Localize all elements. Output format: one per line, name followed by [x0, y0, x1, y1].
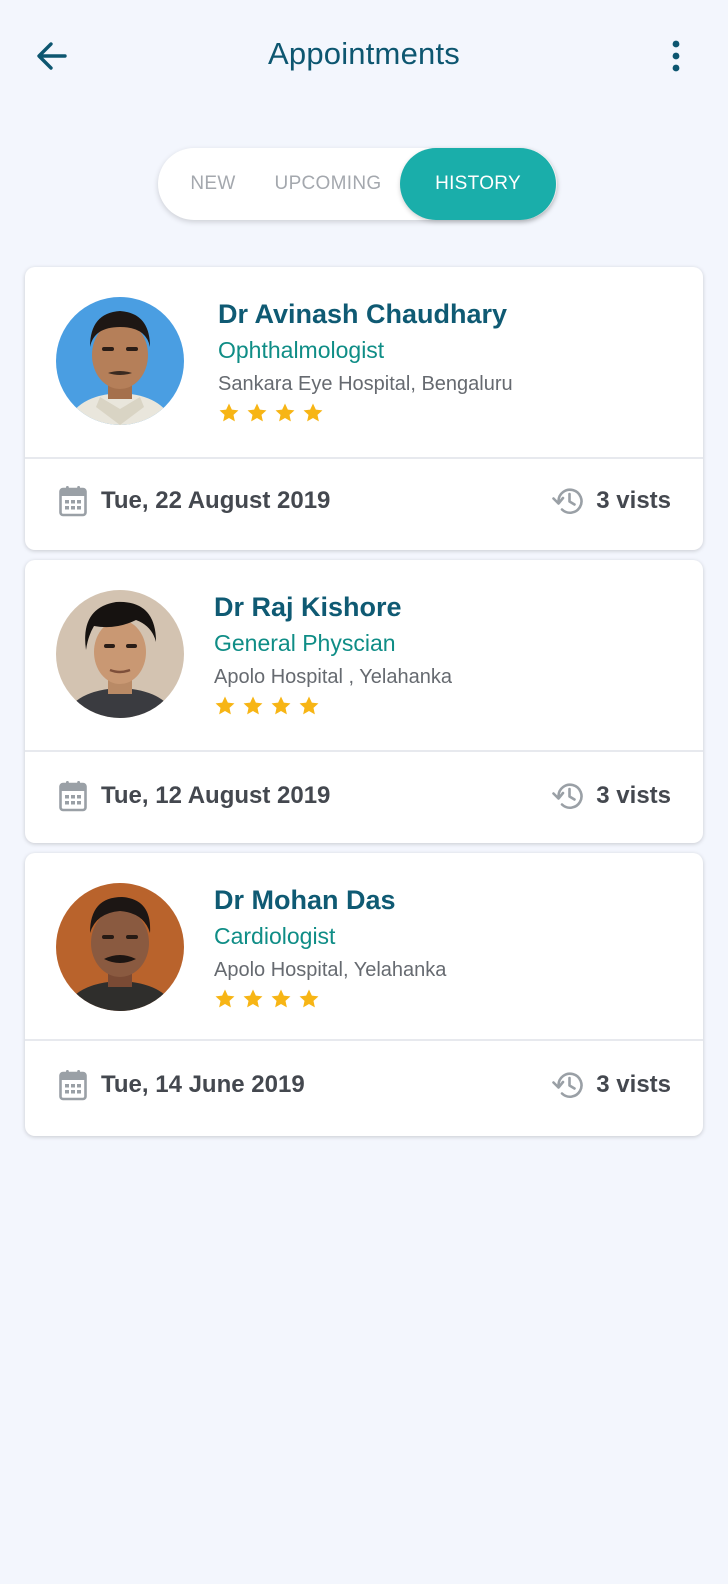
star-icon — [215, 696, 235, 715]
visit-count: 3 vists — [552, 485, 671, 517]
star-icon — [219, 403, 239, 422]
date-label: Tue, 12 August 2019 — [101, 782, 331, 809]
doctor-info-section: Dr Mohan Das Cardiologist Apolo Hospital… — [25, 853, 703, 1041]
appointment-date: Tue, 12 August 2019 — [59, 780, 330, 812]
doctor-avatar — [56, 590, 184, 718]
doctor-hospital: Sankara Eye Hospital, Bengaluru — [218, 373, 513, 395]
date-label: Tue, 22 August 2019 — [101, 487, 331, 514]
appointment-meta: Tue, 12 August 2019 3 vists — [25, 752, 703, 843]
doctor-hospital: Apolo Hospital, Yelahanka — [214, 959, 447, 981]
tab-upcoming[interactable]: UPCOMING — [264, 148, 392, 220]
tab-new[interactable]: NEW — [176, 148, 250, 220]
visits-label: 3 vists — [596, 782, 671, 809]
appointments-screen: Appointments NEW UPCOMING HISTORY Dr Avi… — [0, 0, 728, 1584]
visit-count: 3 vists — [552, 780, 671, 812]
star-icon — [271, 696, 291, 715]
visits-label: 3 vists — [596, 1071, 671, 1098]
appointment-card[interactable]: Dr Mohan Das Cardiologist Apolo Hospital… — [25, 853, 703, 1136]
doctor-name[interactable]: Dr Mohan Das — [214, 885, 446, 916]
star-icon — [247, 403, 267, 422]
doctor-info: Dr Avinash Chaudhary Ophthalmologist San… — [218, 299, 513, 424]
appointment-date: Tue, 14 June 2019 — [59, 1069, 305, 1101]
star-icon — [243, 696, 263, 715]
doctor-info-section: Dr Avinash Chaudhary Ophthalmologist San… — [25, 267, 703, 459]
star-icon — [303, 403, 323, 422]
calendar-icon — [59, 486, 87, 517]
doctor-specialty: Ophthalmologist — [218, 337, 385, 363]
star-icon — [275, 403, 295, 422]
star-icon — [215, 989, 235, 1008]
doctor-name[interactable]: Dr Raj Kishore — [214, 592, 452, 623]
date-label: Tue, 14 June 2019 — [101, 1071, 305, 1098]
star-icon — [299, 989, 319, 1008]
history-icon — [552, 1072, 584, 1099]
appointment-meta: Tue, 14 June 2019 3 vists — [25, 1041, 703, 1136]
appointment-meta: Tue, 22 August 2019 3 vists — [25, 459, 703, 550]
doctor-name[interactable]: Dr Avinash Chaudhary — [218, 299, 513, 330]
doctor-hospital: Apolo Hospital , Yelahanka — [214, 666, 452, 688]
doctor-info: Dr Mohan Das Cardiologist Apolo Hospital… — [214, 885, 446, 1010]
doctor-info: Dr Raj Kishore General Physcian Apolo Ho… — [214, 592, 452, 717]
more-vertical-icon — [672, 40, 680, 72]
appointment-date: Tue, 22 August 2019 — [59, 485, 330, 517]
doctor-specialty: General Physcian — [214, 630, 396, 656]
doctor-avatar — [56, 883, 184, 1011]
calendar-icon — [59, 781, 87, 812]
rating-stars — [214, 695, 452, 717]
history-icon — [552, 783, 584, 810]
more-options-button[interactable] — [664, 36, 688, 76]
app-header: Appointments — [0, 0, 728, 112]
appointment-card[interactable]: Dr Raj Kishore General Physcian Apolo Ho… — [25, 560, 703, 843]
doctor-specialty: Cardiologist — [214, 923, 336, 949]
tab-history[interactable]: HISTORY — [400, 148, 556, 220]
doctor-avatar — [56, 297, 184, 425]
visit-count: 3 vists — [552, 1069, 671, 1101]
rating-stars — [218, 402, 513, 424]
history-icon — [552, 488, 584, 515]
appointment-tabs: NEW UPCOMING HISTORY — [158, 148, 557, 220]
calendar-icon — [59, 1070, 87, 1101]
appointment-card[interactable]: Dr Avinash Chaudhary Ophthalmologist San… — [25, 267, 703, 550]
rating-stars — [214, 988, 446, 1010]
page-title: Appointments — [268, 36, 460, 71]
visits-label: 3 vists — [596, 487, 671, 514]
star-icon — [243, 989, 263, 1008]
doctor-info-section: Dr Raj Kishore General Physcian Apolo Ho… — [25, 560, 703, 752]
star-icon — [271, 989, 291, 1008]
star-icon — [299, 696, 319, 715]
